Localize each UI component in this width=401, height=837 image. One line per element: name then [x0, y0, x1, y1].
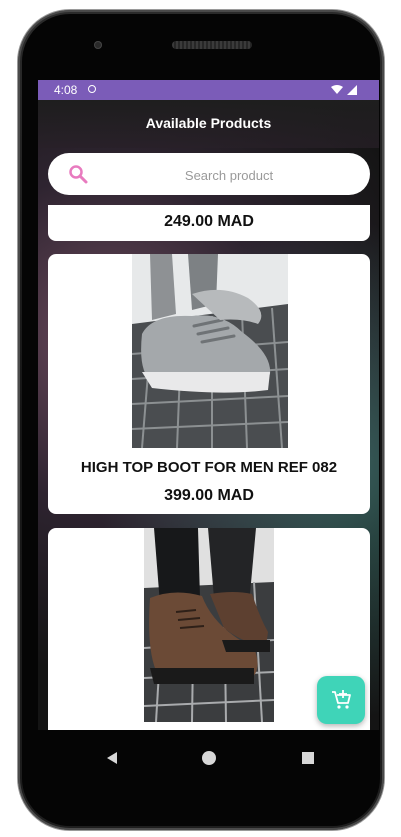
- product-image[interactable]: [132, 254, 288, 448]
- sneaker-photo: [132, 254, 288, 448]
- earpiece-speaker: [172, 41, 252, 49]
- product-price: 249.00 MAD: [164, 213, 254, 230]
- recents-icon[interactable]: [302, 752, 314, 764]
- add-to-cart-icon: [332, 690, 351, 709]
- page-title: Available Products: [145, 115, 272, 131]
- search-icon: [69, 165, 88, 184]
- product-card[interactable]: HIGH TOP BOOT FOR MEN REF 082 399.00 MAD: [48, 254, 370, 514]
- front-camera: [94, 41, 102, 49]
- app-bar: Available Products: [38, 100, 379, 148]
- status-time: 4:08: [54, 83, 78, 97]
- boot-photo: [144, 528, 274, 722]
- product-title: HIGH TOP BOOT FOR MEN REF 082: [80, 459, 338, 476]
- product-image[interactable]: [144, 528, 274, 722]
- search-input[interactable]: [108, 153, 350, 197]
- product-price: 399.00 MAD: [164, 487, 254, 504]
- product-card[interactable]: 249.00 MAD: [48, 205, 370, 241]
- sync-icon: [88, 85, 96, 93]
- app-screen: 4:08 Available Products 249.00 MAD: [38, 80, 379, 730]
- system-nav-bar: [38, 736, 379, 782]
- status-bar: 4:08: [38, 80, 379, 100]
- search-bar[interactable]: [48, 153, 370, 197]
- add-to-cart-button[interactable]: [317, 676, 365, 724]
- back-icon[interactable]: [105, 751, 119, 765]
- home-icon[interactable]: [202, 751, 216, 765]
- signal-icon: [331, 85, 357, 95]
